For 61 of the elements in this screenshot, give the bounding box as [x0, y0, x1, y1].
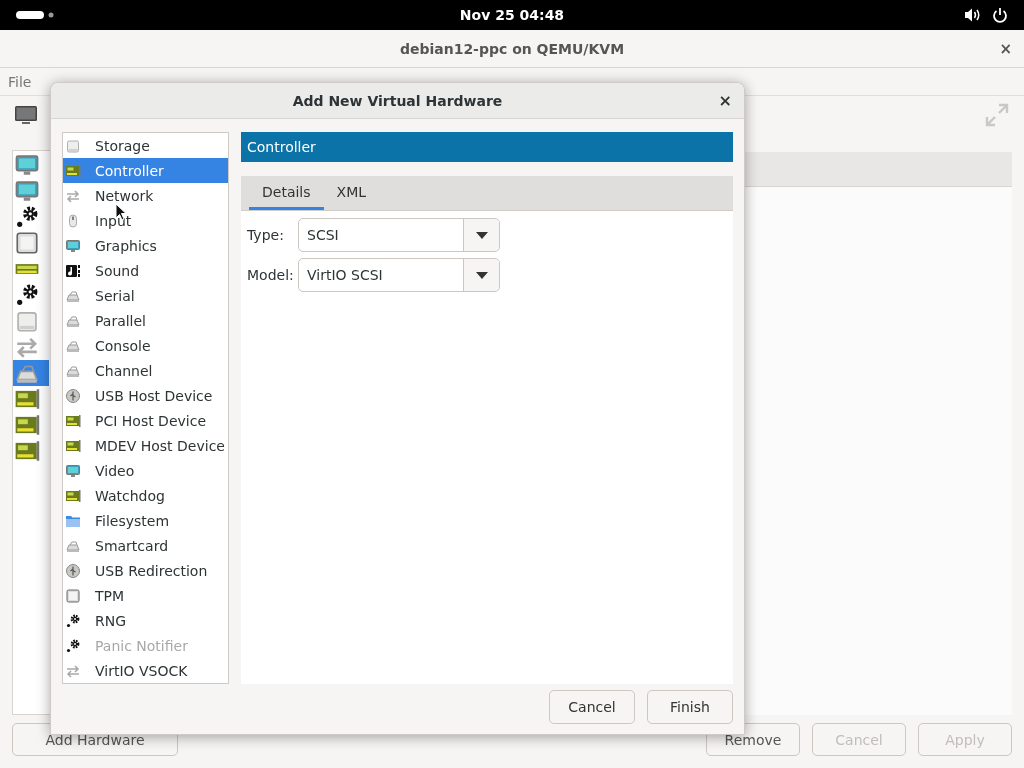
hardware-type-item[interactable]: Channel — [63, 358, 228, 383]
dialog-button[interactable]: Finish — [647, 690, 733, 724]
card-icon — [14, 412, 40, 438]
dialog-title: Add New Virtual Hardware — [292, 92, 503, 109]
hardware-type-item[interactable]: Network — [63, 183, 228, 208]
window-title: debian12-ppc on QEMU/KVM — [399, 40, 625, 57]
field-label: Type: — [247, 227, 285, 243]
card-icon — [65, 487, 81, 504]
music-icon — [65, 262, 81, 279]
hardware-type-item[interactable]: Parallel — [63, 308, 228, 333]
monitor-icon[interactable] — [14, 104, 38, 126]
gears-icon — [65, 637, 81, 654]
card-icon — [14, 438, 40, 464]
card-icon — [65, 162, 81, 179]
hardware-type-item[interactable]: Filesystem — [63, 508, 228, 533]
dropdown[interactable]: VirtIO SCSI — [298, 258, 500, 292]
close-button[interactable]: × — [718, 91, 732, 110]
chip-icon — [65, 587, 81, 604]
clock[interactable]: Nov 25 04:48 — [459, 7, 565, 23]
monitor-icon — [14, 178, 40, 204]
arrows-icon — [65, 187, 81, 204]
usb-icon — [65, 562, 81, 579]
hardware-type-item[interactable]: RNG — [63, 608, 228, 633]
dialog-button[interactable]: Cancel — [549, 690, 635, 724]
hardware-type-item[interactable]: Controller — [63, 158, 228, 183]
hardware-type-item[interactable]: VirtIO VSOCK — [63, 658, 228, 683]
volume-icon[interactable] — [964, 7, 982, 23]
hardware-type-item[interactable]: Smartcard — [63, 533, 228, 558]
menu-item[interactable]: File — [8, 73, 32, 90]
hardware-type-item[interactable]: Serial — [63, 283, 228, 308]
hardware-type-item[interactable]: MDEV Host Device — [63, 433, 228, 458]
caret-icon — [475, 231, 488, 239]
arrows-icon — [65, 662, 81, 679]
hardware-type-item[interactable]: Sound — [63, 258, 228, 283]
monitor-icon — [65, 462, 81, 479]
hardware-type-item[interactable]: Storage — [63, 133, 228, 158]
tab[interactable]: XML — [323, 176, 380, 210]
workspace-indicator-icon[interactable] — [16, 10, 54, 20]
field-label: Model: — [247, 267, 295, 283]
hardware-type-item[interactable]: Input — [63, 208, 228, 233]
gears-icon — [65, 612, 81, 629]
hardware-type-item[interactable]: TPM — [63, 583, 228, 608]
card-icon — [14, 386, 40, 412]
monitor-icon — [14, 152, 40, 178]
hardware-type-item[interactable]: Video — [63, 458, 228, 483]
section-header: Controller — [241, 132, 733, 162]
dropdown[interactable]: SCSI — [298, 218, 500, 252]
card-icon — [65, 412, 81, 429]
hardware-type-item[interactable]: USB Host Device — [63, 383, 228, 408]
caret-icon — [475, 271, 488, 279]
monitor-icon — [65, 237, 81, 254]
hardware-type-item[interactable]: PCI Host Device — [63, 408, 228, 433]
card-icon — [65, 437, 81, 454]
usb-icon — [65, 387, 81, 404]
hardware-type-item[interactable]: Graphics — [63, 233, 228, 258]
close-button[interactable]: × — [999, 40, 1012, 58]
chip-icon — [14, 230, 40, 256]
hardware-type-item[interactable]: Console — [63, 333, 228, 358]
hardware-type-item[interactable]: Watchdog — [63, 483, 228, 508]
power-icon[interactable] — [992, 7, 1008, 23]
hardware-type-item[interactable]: USB Redirection — [63, 558, 228, 583]
